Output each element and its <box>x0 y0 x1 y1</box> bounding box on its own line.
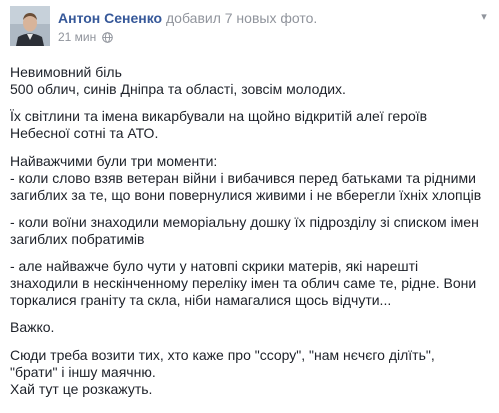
text-line: Сюди треба возити тих, хто каже про "ссо… <box>10 347 435 363</box>
chevron-down-icon[interactable]: ▾ <box>477 10 491 24</box>
globe-icon[interactable] <box>102 31 114 43</box>
text-line: - коли слово взяв ветеран війни і вибачи… <box>10 170 476 186</box>
text-line: Найважчими були три моменти: <box>10 153 218 169</box>
text-line: Хай тут це розкажуть. <box>10 381 153 397</box>
text-line: - але найважче було чути у натовпі скрик… <box>10 258 419 274</box>
post-paragraph: Найважчими були три моменти: - коли слов… <box>10 153 495 204</box>
timestamp-link[interactable]: 21 мин <box>58 30 96 44</box>
post-header: Антон Сененко добавил 7 новых фото. <box>58 10 317 26</box>
text-line: "брати" і іншу маячню. <box>10 364 156 380</box>
post-paragraph: Їх світлини та імена викарбували на щойн… <box>10 108 495 142</box>
post-paragraph: - коли воїни знаходили меморіальну дошку… <box>10 214 495 248</box>
text-line: загиблих побратимів <box>10 231 145 247</box>
post-meta: 21 мин <box>58 30 114 44</box>
post-action-text: добавил 7 новых фото. <box>166 10 318 26</box>
text-line: Їх світлини та імена викарбували на щойн… <box>10 108 428 124</box>
author-name-link[interactable]: Антон Сененко <box>58 10 162 26</box>
post: Антон Сененко добавил 7 новых фото. 21 м… <box>0 0 499 413</box>
text-line: - коли воїни знаходили меморіальну дошку… <box>10 214 479 230</box>
avatar[interactable] <box>10 6 50 46</box>
post-body: Невимовний біль 500 облич, синів Дніпра … <box>10 64 495 398</box>
text-line: знаходили в нескінченному переліку імен … <box>10 275 477 291</box>
text-line: Важко. <box>10 319 55 335</box>
post-paragraph: - але найважче було чути у натовпі скрик… <box>10 258 495 309</box>
post-paragraph: Сюди треба возити тих, хто каже про "ссо… <box>10 347 495 398</box>
text-line: Невимовний біль <box>10 64 122 80</box>
text-line: загиблих за те, що вони повернулися живи… <box>10 187 482 203</box>
text-line: торкалися граніту та скла, ніби намагали… <box>10 292 392 308</box>
text-line: 500 облич, синів Дніпра та області, зовс… <box>10 81 346 97</box>
post-paragraph: Важко. <box>10 319 495 336</box>
text-line: Небесної сотні та АТО. <box>10 125 159 141</box>
post-paragraph: Невимовний біль 500 облич, синів Дніпра … <box>10 64 495 98</box>
